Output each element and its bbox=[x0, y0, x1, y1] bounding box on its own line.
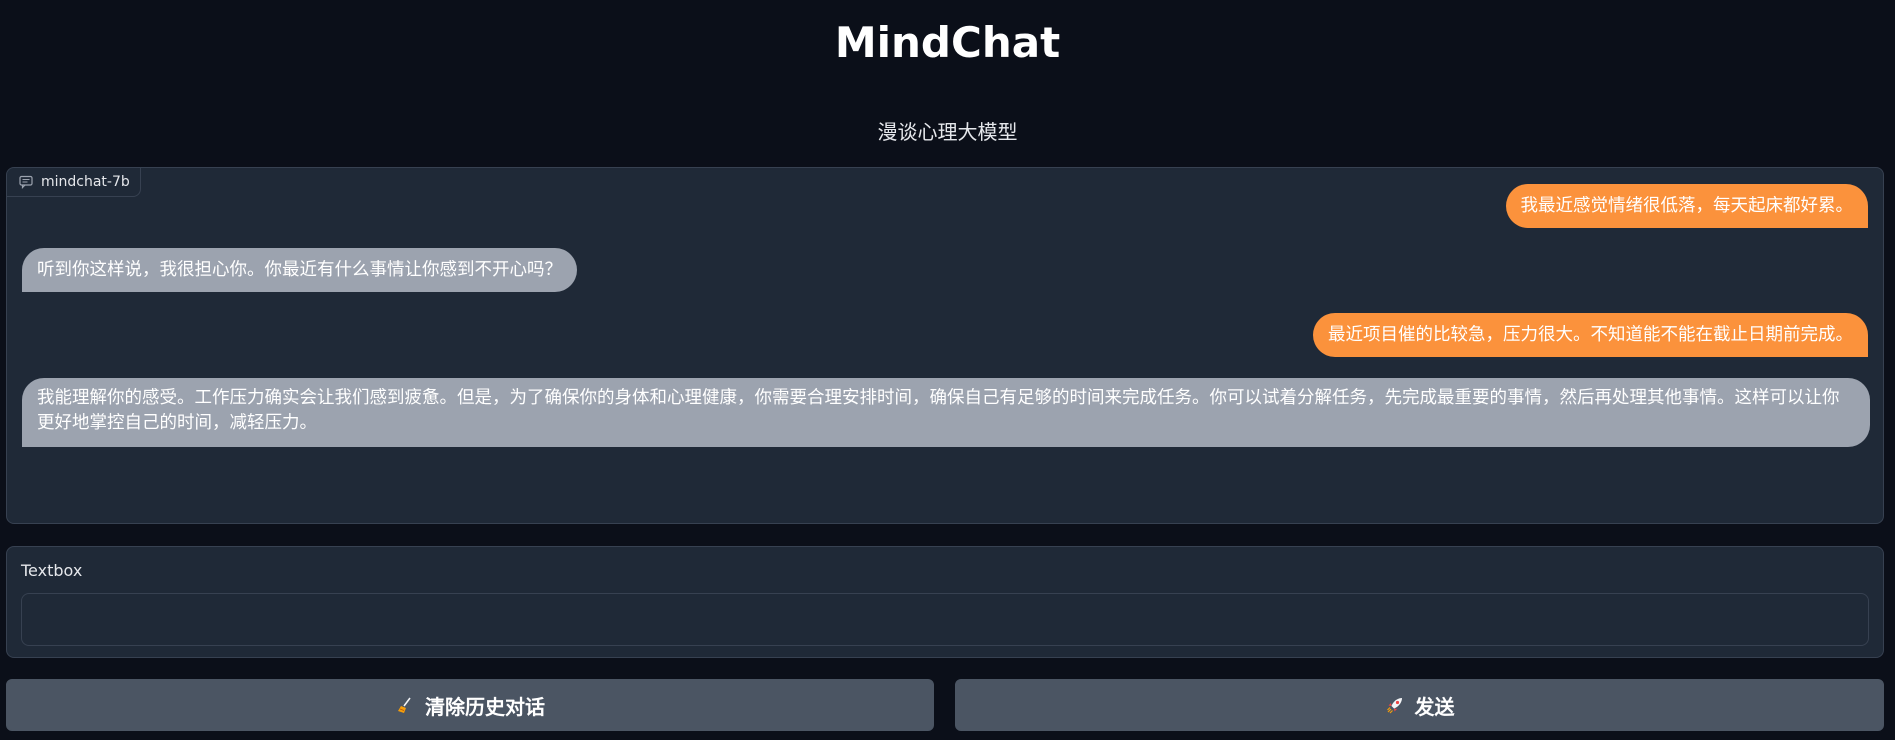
chatbot-panel: mindchat-7b 我最近感觉情绪很低落，每天起床都好累。 听到你这样说，我… bbox=[6, 167, 1884, 524]
chatbot-label-text: mindchat-7b bbox=[41, 174, 130, 190]
clear-history-label: 清除历史对话 bbox=[425, 694, 545, 719]
message-input[interactable] bbox=[21, 593, 1869, 646]
page-subtitle: 漫谈心理大模型 bbox=[877, 120, 1018, 144]
send-button[interactable]: 发送 bbox=[955, 679, 1884, 731]
app: MindChat 漫谈心理大模型 mindchat-7b 我最近感觉情绪很低落，… bbox=[0, 0, 1895, 740]
bot-message: 我能理解你的感受。工作压力确实会让我们感到疲惫。但是，为了确保你的身体和心理健康… bbox=[22, 378, 1870, 447]
chat-bubble-icon bbox=[19, 175, 33, 189]
clear-history-button[interactable]: 清除历史对话 bbox=[6, 679, 934, 731]
user-message: 最近项目催的比较急，压力很大。不知道能不能在截止日期前完成。 bbox=[1313, 313, 1868, 357]
page-title: MindChat bbox=[834, 18, 1061, 67]
user-message: 我最近感觉情绪很低落，每天起床都好累。 bbox=[1505, 184, 1868, 228]
bot-message: 听到你这样说，我很担心你。你最近有什么事情让你感到不开心吗？ bbox=[22, 248, 577, 292]
broom-icon bbox=[395, 695, 415, 715]
chatbot-label: mindchat-7b bbox=[7, 168, 141, 197]
textbox-panel: Textbox bbox=[6, 546, 1884, 658]
textbox-label: Textbox bbox=[21, 561, 83, 580]
rocket-icon bbox=[1385, 695, 1405, 715]
send-label: 发送 bbox=[1414, 694, 1455, 719]
